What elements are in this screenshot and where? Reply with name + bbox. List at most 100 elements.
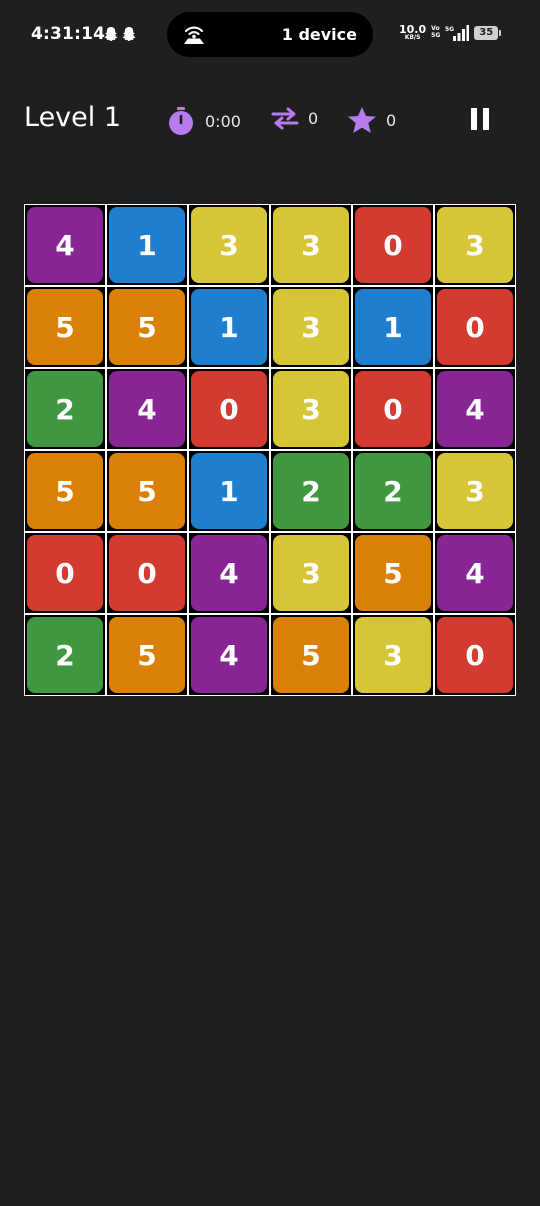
system-indicators: 10.0 KB/S Vo 5G 5G 35: [399, 24, 502, 41]
moves-stat: 0: [271, 106, 318, 130]
number-tile[interactable]: 2: [27, 617, 103, 693]
number-tile[interactable]: 1: [191, 453, 267, 529]
number-tile[interactable]: 5: [109, 617, 185, 693]
game-board: 413303551310240304551223004354254530: [24, 204, 516, 696]
swap-arrows-icon: [271, 107, 299, 130]
board-cell[interactable]: 0: [352, 368, 434, 450]
board-cell[interactable]: 5: [24, 286, 106, 368]
number-tile[interactable]: 0: [191, 371, 267, 447]
snapchat-ghost-icon: [122, 27, 136, 41]
pause-button[interactable]: [468, 108, 492, 132]
number-tile[interactable]: 4: [27, 207, 103, 283]
number-tile[interactable]: 2: [27, 371, 103, 447]
board-cell[interactable]: 3: [270, 204, 352, 286]
board-cell[interactable]: 3: [434, 450, 516, 532]
board-cell[interactable]: 0: [434, 286, 516, 368]
board-cell[interactable]: 2: [24, 614, 106, 696]
game-hud: Level 1 0:00 0 0: [0, 96, 540, 146]
number-tile[interactable]: 3: [273, 207, 349, 283]
board-cell[interactable]: 0: [188, 368, 270, 450]
number-tile[interactable]: 0: [437, 289, 513, 365]
number-tile[interactable]: 0: [109, 535, 185, 611]
number-tile[interactable]: 3: [437, 207, 513, 283]
board-cell[interactable]: 2: [24, 368, 106, 450]
hotspot-pill[interactable]: 1 device: [167, 12, 373, 57]
number-tile[interactable]: 1: [109, 207, 185, 283]
volte-bottom: 5G: [431, 31, 441, 39]
board-cell[interactable]: 2: [270, 450, 352, 532]
board-cell[interactable]: 4: [434, 368, 516, 450]
number-tile[interactable]: 3: [355, 617, 431, 693]
board-cell[interactable]: 0: [24, 532, 106, 614]
number-tile[interactable]: 5: [109, 289, 185, 365]
board-cell[interactable]: 3: [188, 204, 270, 286]
number-tile[interactable]: 4: [437, 371, 513, 447]
number-tile[interactable]: 5: [355, 535, 431, 611]
board-cell[interactable]: 5: [24, 450, 106, 532]
number-tile[interactable]: 1: [355, 289, 431, 365]
number-tile[interactable]: 3: [191, 207, 267, 283]
number-tile[interactable]: 3: [273, 289, 349, 365]
board-cell[interactable]: 3: [270, 286, 352, 368]
board-cell[interactable]: 4: [434, 532, 516, 614]
network-type-label: 5G: [445, 26, 454, 33]
number-tile[interactable]: 1: [191, 289, 267, 365]
pause-bar-left: [471, 108, 477, 130]
snapchat-ghost-icon: [104, 27, 118, 41]
volte-indicator: Vo 5G: [431, 25, 441, 39]
board-cell[interactable]: 5: [352, 532, 434, 614]
board-cell[interactable]: 4: [188, 532, 270, 614]
number-tile[interactable]: 5: [109, 453, 185, 529]
number-tile[interactable]: 0: [27, 535, 103, 611]
level-title: Level 1: [24, 102, 122, 133]
connected-devices-label: 1 device: [281, 25, 357, 44]
board-cell[interactable]: 1: [188, 450, 270, 532]
number-tile[interactable]: 3: [273, 371, 349, 447]
number-tile[interactable]: 0: [355, 207, 431, 283]
cell-signal-icon: 5G: [445, 24, 470, 41]
board-cell[interactable]: 1: [106, 204, 188, 286]
notification-icons: [104, 26, 136, 42]
number-tile[interactable]: 0: [355, 371, 431, 447]
network-speed: 10.0 KB/S: [399, 24, 426, 41]
star-icon: [348, 107, 376, 133]
board-cell[interactable]: 4: [24, 204, 106, 286]
number-tile[interactable]: 3: [437, 453, 513, 529]
number-tile[interactable]: 2: [273, 453, 349, 529]
board-cell[interactable]: 2: [352, 450, 434, 532]
board-cell[interactable]: 3: [352, 614, 434, 696]
number-tile[interactable]: 4: [191, 617, 267, 693]
battery-level: 35: [479, 27, 494, 38]
board-cell[interactable]: 5: [106, 614, 188, 696]
number-tile[interactable]: 4: [191, 535, 267, 611]
board-cell[interactable]: 1: [188, 286, 270, 368]
number-tile[interactable]: 4: [109, 371, 185, 447]
number-tile[interactable]: 5: [27, 289, 103, 365]
number-tile[interactable]: 2: [355, 453, 431, 529]
board-cell[interactable]: 3: [434, 204, 516, 286]
board-cell[interactable]: 4: [188, 614, 270, 696]
board-cell[interactable]: 0: [352, 204, 434, 286]
number-tile[interactable]: 3: [273, 535, 349, 611]
number-tile[interactable]: 5: [273, 617, 349, 693]
number-tile[interactable]: 4: [437, 535, 513, 611]
number-tile[interactable]: 5: [27, 453, 103, 529]
board-cell[interactable]: 4: [106, 368, 188, 450]
moves-value: 0: [308, 108, 319, 128]
number-tile[interactable]: 0: [437, 617, 513, 693]
timer-value: 0:00: [205, 111, 241, 131]
board-cell[interactable]: 5: [106, 286, 188, 368]
board-cell[interactable]: 3: [270, 368, 352, 450]
timer-stat: 0:00: [166, 106, 241, 136]
board-cell[interactable]: 5: [270, 614, 352, 696]
battery-icon: 35: [474, 25, 502, 40]
status-time: 4:31:14: [31, 24, 106, 44]
status-bar: 4:31:14 1 device 10.0 KB/S Vo 5G 5G 35: [0, 0, 540, 70]
board-cell[interactable]: 0: [434, 614, 516, 696]
stars-value: 0: [386, 110, 397, 130]
stopwatch-icon: [169, 107, 193, 135]
board-cell[interactable]: 5: [106, 450, 188, 532]
board-cell[interactable]: 0: [106, 532, 188, 614]
board-cell[interactable]: 3: [270, 532, 352, 614]
board-cell[interactable]: 1: [352, 286, 434, 368]
